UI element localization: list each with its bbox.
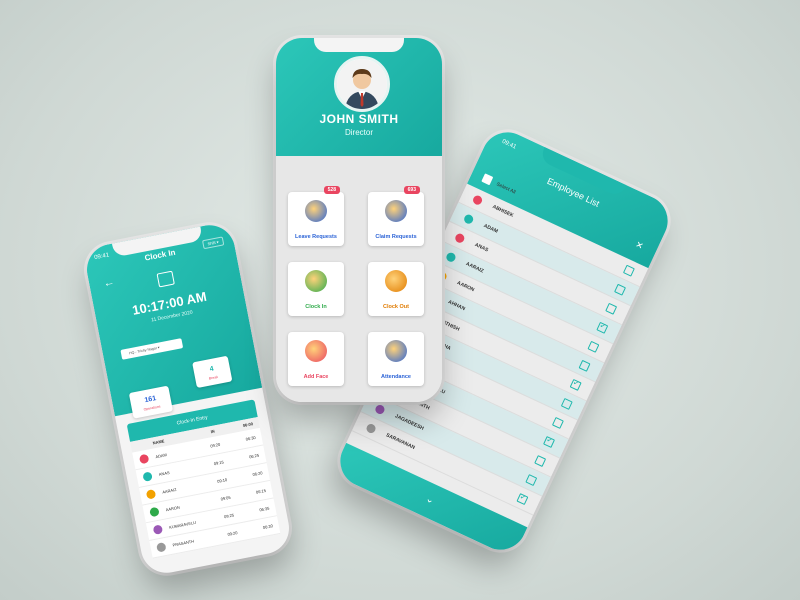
count-badge: 693 bbox=[403, 186, 420, 194]
row-name: AARON bbox=[165, 504, 181, 513]
profile-header: JOHN SMITH Director bbox=[276, 38, 442, 156]
profile-role: Director bbox=[344, 128, 373, 137]
user-icon bbox=[365, 422, 378, 435]
row-avatar bbox=[145, 487, 164, 500]
row-out: 06:35 bbox=[258, 505, 270, 513]
arrow-down-icon: ⌄ bbox=[423, 493, 436, 507]
checkbox-icon[interactable] bbox=[587, 340, 600, 353]
tile-label: Claim Requests bbox=[375, 234, 417, 240]
tile-leave-requests[interactable]: Leave Requests 528 bbox=[288, 186, 344, 246]
checkbox-icon[interactable] bbox=[614, 283, 627, 296]
count-badge: 528 bbox=[323, 186, 340, 194]
row-out: 06:15 bbox=[255, 487, 267, 495]
location-dropdown[interactable]: HQ - Trichy Nagar ▾ bbox=[120, 338, 184, 360]
claim-request-icon bbox=[385, 200, 407, 222]
calendar-icon bbox=[156, 270, 175, 288]
user-icon bbox=[454, 231, 466, 244]
checkbox-icon[interactable] bbox=[534, 454, 547, 467]
clock-in-table: Clock-In Entry NAME IN 06:00 ADAM 09:20 06… bbox=[126, 399, 283, 571]
row-name: KUMARAVELU bbox=[168, 519, 197, 530]
tile-claim-requests[interactable]: Claim Requests 693 bbox=[368, 186, 424, 246]
row-out: 06:30 bbox=[262, 523, 274, 531]
row-in: 09:20 bbox=[227, 530, 238, 537]
checkbox-icon bbox=[481, 173, 494, 186]
row-in: 09:25 bbox=[223, 512, 235, 520]
row-avatar bbox=[149, 505, 167, 518]
checkbox-icon[interactable] bbox=[525, 473, 538, 486]
user-icon bbox=[471, 193, 484, 206]
row-in: 09:10 bbox=[216, 477, 228, 484]
user-icon bbox=[149, 506, 160, 517]
row-in: 09:20 bbox=[209, 441, 221, 449]
clock-in-phone: 09:41 Clock In Shift ▾ ← 10:17:00 AM 11 … bbox=[82, 220, 294, 578]
avatar[interactable] bbox=[334, 56, 390, 112]
checkbox-icon[interactable] bbox=[561, 397, 573, 410]
checkbox-icon[interactable] bbox=[552, 416, 565, 429]
row-avatar bbox=[155, 540, 174, 553]
row-out: 06:25 bbox=[248, 452, 260, 460]
row-in: 09:05 bbox=[220, 494, 231, 502]
checkbox-icon[interactable] bbox=[596, 321, 609, 334]
user-icon bbox=[152, 523, 164, 535]
clock-in-header: 09:41 Clock In Shift ▾ ← 10:17:00 AM 11 … bbox=[82, 220, 263, 417]
row-avatar bbox=[138, 452, 157, 465]
profile-name: JOHN SMITH bbox=[319, 112, 399, 126]
tile-clock-in[interactable]: Clock In bbox=[288, 262, 344, 316]
row-name: ANAS bbox=[158, 469, 171, 477]
leave-request-icon bbox=[305, 200, 327, 222]
status-time: 09:41 bbox=[500, 138, 518, 151]
user-icon bbox=[138, 453, 150, 464]
tile-label: Add Face bbox=[303, 374, 329, 380]
user-icon bbox=[145, 488, 157, 500]
dashboard-grid: Leave Requests 528 Claim Requests 693 Clock … bbox=[276, 156, 442, 402]
user-icon bbox=[155, 541, 167, 553]
user-icon bbox=[445, 250, 458, 263]
user-icon bbox=[142, 470, 153, 482]
checkbox-icon[interactable] bbox=[578, 359, 591, 372]
checkbox-icon[interactable] bbox=[623, 264, 636, 277]
checkbox-icon[interactable] bbox=[605, 302, 618, 315]
tile-clock-out[interactable]: Clock Out bbox=[368, 262, 424, 316]
row-in: 09:15 bbox=[213, 459, 225, 467]
row-out: 06:30 bbox=[245, 434, 257, 442]
tile-label: Leave Requests bbox=[295, 234, 337, 240]
checkbox-icon[interactable] bbox=[516, 492, 529, 505]
row-name: PRASANTH bbox=[172, 538, 195, 548]
clock-out-icon bbox=[385, 270, 407, 292]
row-out: 06:20 bbox=[252, 470, 263, 478]
back-arrow-icon[interactable]: ← bbox=[102, 276, 115, 290]
col-avatar bbox=[137, 441, 154, 449]
row-name: AARAIZ bbox=[161, 486, 177, 495]
dashboard-phone: JOHN SMITH Director Leave Requests 528 Cla… bbox=[276, 38, 442, 402]
attendance-icon bbox=[385, 340, 407, 362]
tile-label: Clock In bbox=[305, 304, 327, 310]
user-icon bbox=[374, 403, 387, 416]
row-avatar bbox=[142, 470, 160, 483]
phone-notch bbox=[314, 38, 404, 52]
select-all-label: Select All bbox=[495, 181, 517, 196]
tile-label: Attendance bbox=[381, 374, 411, 380]
close-icon[interactable]: ✕ bbox=[633, 239, 645, 252]
row-avatar bbox=[152, 523, 171, 536]
clock-in-icon bbox=[305, 270, 327, 292]
checkbox-icon[interactable] bbox=[569, 378, 582, 391]
row-name: ADAM bbox=[154, 452, 168, 460]
add-face-icon bbox=[305, 340, 327, 362]
person-avatar-icon bbox=[337, 59, 387, 109]
user-icon bbox=[462, 212, 475, 225]
tile-add-face[interactable]: Add Face bbox=[288, 332, 344, 386]
table-body: ADAM 09:20 06:30 ANAS 09:15 06:25 AARAIZ 09:10 0… bbox=[132, 427, 281, 559]
tile-label: Clock Out bbox=[383, 304, 409, 310]
checkbox-icon[interactable] bbox=[543, 435, 556, 448]
tile-attendance[interactable]: Attendance bbox=[368, 332, 424, 386]
